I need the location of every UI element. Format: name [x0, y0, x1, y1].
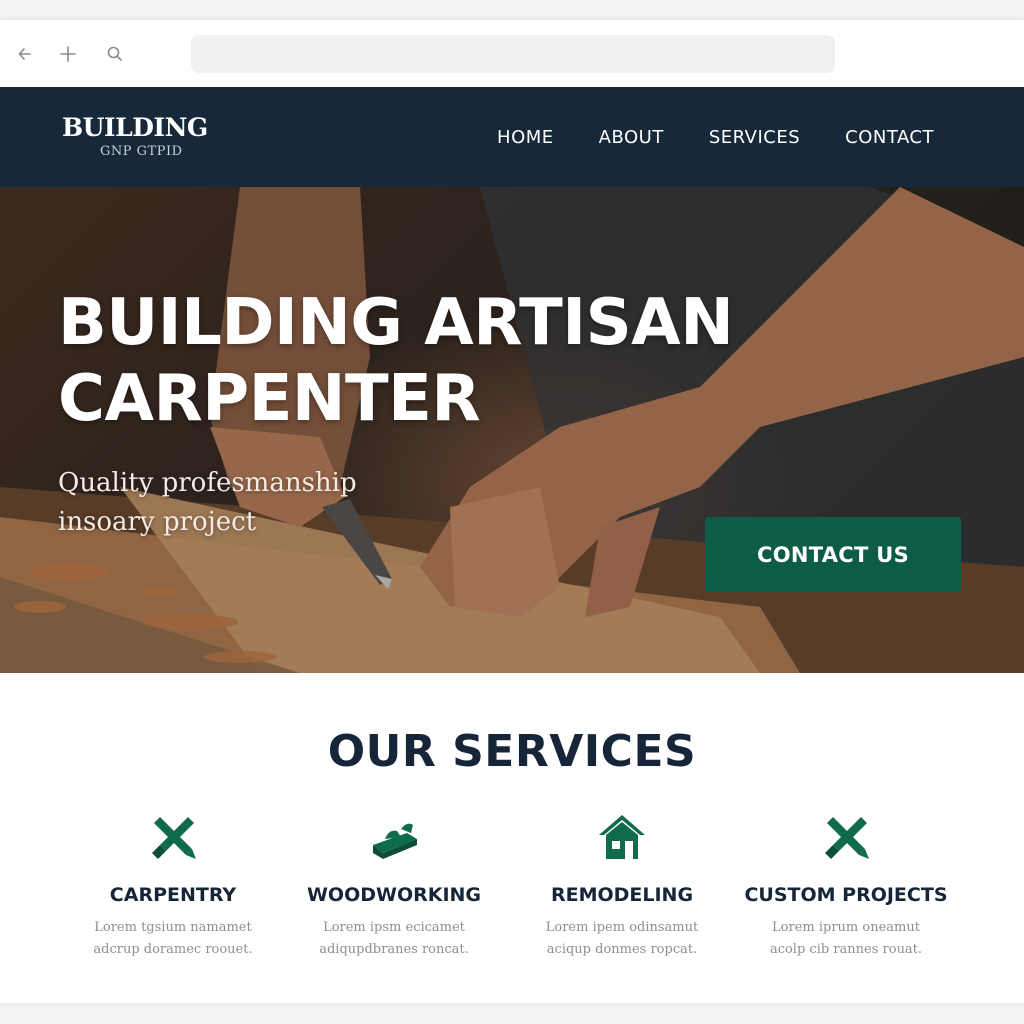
hero-subtitle-line1: Quality profesmanship [58, 468, 357, 498]
service-desc-line: aciqup donmes ropcat. [546, 942, 698, 957]
browser-window: BUILDING GNP GTPID HOME ABOUT SERVICES C… [0, 20, 1024, 1003]
service-description: Lorem ipsm ecicamet adiqupdbranes roncat. [279, 917, 509, 961]
hero-title-line2: CARPENTER [58, 362, 481, 436]
service-name: WOODWORKING [306, 884, 482, 906]
hero-title-line1: BUILDING ARTISAN [58, 286, 734, 360]
address-bar[interactable] [191, 35, 835, 73]
service-card-remodeling[interactable]: REMODELING Lorem ipem odinsamut aciqup do… [507, 811, 737, 961]
nav-contact[interactable]: CONTACT [845, 123, 934, 153]
hero-subtitle: Quality profesmanship insoary project [58, 464, 418, 542]
crossed-tools-icon [152, 817, 196, 859]
nav-services[interactable]: SERVICES [709, 123, 800, 153]
service-card-woodworking[interactable]: WOODWORKING Lorem ipsm ecicamet adiqupdbr… [279, 811, 509, 961]
browser-toolbar [0, 20, 1024, 88]
search-icon [107, 46, 122, 61]
service-name: CUSTOM PROJECTS [744, 884, 948, 906]
service-desc-line: acolp cib rannes rouat. [769, 942, 923, 957]
service-name: REMODELING [550, 884, 694, 906]
hero-subtitle-line2: insoary project [58, 507, 257, 537]
service-desc-line: Lorem ipem odinsamut [545, 920, 699, 935]
nav-about[interactable]: ABOUT [599, 123, 664, 153]
site-header: BUILDING GNP GTPID HOME ABOUT SERVICES C… [0, 87, 1024, 187]
service-name: CARPENTRY [109, 884, 237, 906]
arrow-left-icon [18, 48, 31, 60]
service-description: Lorem ipem odinsamut aciqup donmes ropcat… [507, 917, 737, 961]
main-nav: HOME ABOUT SERVICES CONTACT [497, 123, 934, 153]
service-desc-line: adiqupdbranes roncat. [319, 942, 469, 957]
wood-planer-icon [373, 823, 417, 859]
logo-title: BUILDING [62, 113, 208, 142]
back-button[interactable] [13, 42, 37, 66]
nav-home[interactable]: HOME [497, 123, 554, 153]
service-desc-line: Lorem iprum oneamut [772, 920, 920, 935]
service-desc-line: Lorem tgsium namamet [94, 920, 252, 935]
search-button[interactable] [103, 42, 127, 66]
service-description: Lorem tgsium namamet adcrup doramec rooue… [58, 917, 288, 961]
service-card-carpentry[interactable]: CARPENTRY Lorem tgsium namamet adcrup dor… [58, 811, 288, 961]
service-card-custom-projects[interactable]: CUSTOM PROJECTS Lorem iprum oneamut acolp… [731, 811, 961, 961]
logo-tagline: GNP GTPID [100, 144, 183, 159]
house-icon [599, 815, 645, 859]
hero-title: BUILDING ARTISAN CARPENTER [58, 285, 818, 437]
plus-icon [60, 46, 76, 62]
service-desc-line: adcrup doramec roouet. [93, 942, 253, 957]
services-section: OUR SERVICES CARPENTRY Lorem tgsium nama… [0, 673, 1024, 1003]
service-description: Lorem iprum oneamut acolp cib rannes roua… [731, 917, 961, 961]
service-desc-line: Lorem ipsm ecicamet [323, 920, 465, 935]
contact-us-button[interactable]: CONTACT US [705, 517, 961, 592]
hero-section: BUILDING ARTISAN CARPENTER Quality profes… [0, 187, 1024, 673]
crossed-tools-icon [825, 817, 869, 859]
logo[interactable]: BUILDING GNP GTPID [62, 114, 222, 160]
new-tab-button[interactable] [56, 42, 80, 66]
services-title: OUR SERVICES [327, 726, 697, 777]
